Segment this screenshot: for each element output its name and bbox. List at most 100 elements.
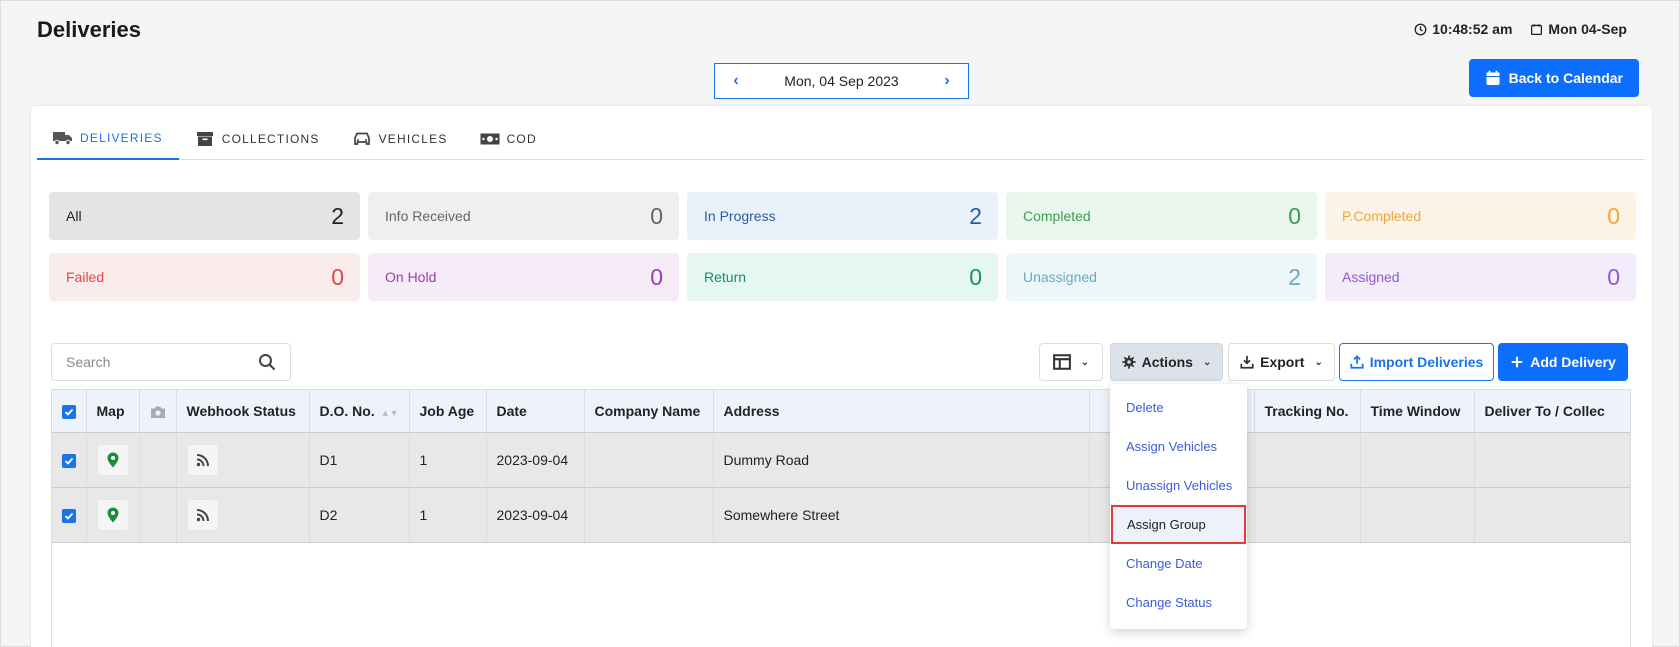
- status-filter-label: All: [66, 208, 82, 224]
- column-header-job-age: Job Age: [409, 390, 487, 433]
- status-filter-all[interactable]: All 2: [49, 192, 360, 240]
- menu-item-delete[interactable]: Delete: [1110, 388, 1247, 427]
- webhook-button[interactable]: [186, 498, 219, 531]
- deliver-to-cell: [1474, 487, 1630, 543]
- check-icon: [64, 457, 73, 465]
- search-box: [51, 343, 291, 381]
- add-delivery-label: Add Delivery: [1530, 354, 1616, 370]
- row-checkbox-cell: [52, 487, 87, 543]
- chevron-down-icon: ⌄: [1202, 356, 1212, 368]
- row-checkbox[interactable]: [61, 508, 76, 523]
- map-cell: [86, 487, 140, 543]
- calendar-icon: [1486, 70, 1500, 85]
- menu-item-change-status[interactable]: Change Status: [1110, 583, 1247, 622]
- column-header-date: Date: [486, 390, 585, 433]
- table-header-row: Map Webhook Status D.O. No. ▲▼ Job Age Da…: [52, 390, 1630, 433]
- map-pin-button[interactable]: [96, 498, 129, 531]
- row-checkbox-cell: [52, 432, 87, 488]
- column-header-label: D.O. No.: [319, 402, 375, 419]
- table-row[interactable]: D1 1 2023-09-04 Dummy Road: [52, 432, 1630, 488]
- status-filter-count: 0: [650, 263, 663, 290]
- status-filter-unassigned[interactable]: Unassigned 2: [1006, 253, 1317, 301]
- tab-label: COLLECTIONS: [221, 132, 320, 146]
- add-delivery-button[interactable]: Add Delivery: [1498, 343, 1628, 381]
- status-filter-count: 0: [1607, 263, 1620, 290]
- prev-date-button[interactable]: ‹: [729, 72, 743, 90]
- current-date: Mon 04-Sep: [1548, 21, 1627, 37]
- deliveries-card: DELIVERIES COLLECTIONS VEHICLES COD All 2…: [31, 106, 1652, 647]
- back-to-calendar-button[interactable]: Back to Calendar: [1468, 59, 1639, 97]
- column-toggle-button[interactable]: ⌄: [1039, 343, 1103, 381]
- map-pin-icon: [107, 452, 118, 467]
- export-button[interactable]: Export ⌄: [1228, 343, 1335, 381]
- next-date-button[interactable]: ›: [940, 72, 954, 90]
- tab-cod[interactable]: COD: [464, 118, 553, 160]
- tab-deliveries[interactable]: DELIVERIES: [37, 118, 179, 160]
- tracking-cell: [1254, 432, 1361, 488]
- chevron-down-icon: ⌄: [1080, 356, 1090, 368]
- tab-collections[interactable]: COLLECTIONS: [179, 118, 336, 160]
- map-cell: [86, 432, 140, 488]
- tracking-cell: [1254, 487, 1361, 543]
- status-filter-count: 2: [969, 202, 982, 229]
- status-filter-info-received[interactable]: Info Received 0: [368, 192, 679, 240]
- tab-vehicles[interactable]: VEHICLES: [336, 118, 464, 160]
- status-filter-assigned[interactable]: Assigned 0: [1325, 253, 1636, 301]
- status-filter-label: On Hold: [385, 269, 437, 285]
- check-icon: [64, 512, 73, 520]
- company-cell: [584, 487, 714, 543]
- sort-icon[interactable]: ▲▼: [381, 408, 399, 418]
- column-header-do-no[interactable]: D.O. No. ▲▼: [309, 390, 410, 433]
- deliveries-table: Map Webhook Status D.O. No. ▲▼ Job Age Da…: [51, 389, 1631, 647]
- actions-button[interactable]: Actions ⌄: [1110, 343, 1223, 381]
- check-icon: [64, 408, 73, 416]
- status-filter-return[interactable]: Return 0: [687, 253, 998, 301]
- status-filter-on-hold[interactable]: On Hold 0: [368, 253, 679, 301]
- photo-cell: [139, 432, 177, 488]
- status-filter-label: Completed: [1023, 208, 1091, 224]
- menu-item-assign-vehicles[interactable]: Assign Vehicles: [1110, 427, 1247, 466]
- import-deliveries-button[interactable]: Import Deliveries: [1339, 343, 1494, 381]
- download-icon: [1240, 355, 1254, 369]
- status-filter-label: Info Received: [385, 208, 471, 224]
- photo-cell: [139, 487, 177, 543]
- date-cell: 2023-09-04: [486, 432, 585, 488]
- column-header-company-name: Company Name: [584, 390, 714, 433]
- status-filter-in-progress[interactable]: In Progress 2: [687, 192, 998, 240]
- column-header-tracking-no: Tracking No.: [1254, 390, 1361, 433]
- status-filter-completed[interactable]: Completed 0: [1006, 192, 1317, 240]
- clock-icon: [1414, 23, 1427, 35]
- table-row[interactable]: D2 1 2023-09-04 Somewhere Street: [52, 487, 1630, 543]
- actions-dropdown-menu: Delete Assign Vehicles Unassign Vehicles…: [1110, 384, 1247, 629]
- webhook-cell: [176, 487, 310, 543]
- clock-bar: 10:48:52 am Mon 04-Sep: [1414, 21, 1627, 37]
- status-filter-failed[interactable]: Failed 0: [49, 253, 360, 301]
- map-pin-button[interactable]: [96, 443, 129, 476]
- select-all-checkbox[interactable]: [61, 404, 76, 419]
- address-cell: Dummy Road: [713, 432, 1090, 488]
- status-filter-count: 2: [1288, 263, 1301, 290]
- status-filter-count: 0: [650, 202, 663, 229]
- tab-bar: DELIVERIES COLLECTIONS VEHICLES COD: [37, 118, 1645, 160]
- menu-item-change-date[interactable]: Change Date: [1110, 544, 1247, 583]
- do-no-cell: D1: [309, 432, 410, 488]
- column-header-address: Address: [713, 390, 1090, 433]
- search-icon[interactable]: [258, 353, 276, 371]
- camera-icon: [150, 406, 165, 418]
- tab-label: DELIVERIES: [80, 131, 163, 145]
- row-checkbox[interactable]: [61, 453, 76, 468]
- do-no-cell: D2: [309, 487, 410, 543]
- menu-item-unassign-vehicles[interactable]: Unassign Vehicles: [1110, 466, 1247, 505]
- status-filter-label: P.Completed: [1342, 208, 1422, 224]
- status-filter-label: Unassigned: [1023, 269, 1097, 285]
- time-window-cell: [1360, 487, 1475, 543]
- status-filter-p-completed[interactable]: P.Completed 0: [1325, 192, 1636, 240]
- company-cell: [584, 432, 714, 488]
- webhook-button[interactable]: [186, 443, 219, 476]
- menu-item-assign-group[interactable]: Assign Group: [1111, 505, 1246, 544]
- job-age-cell: 1: [409, 432, 487, 488]
- search-input[interactable]: [66, 354, 246, 370]
- actions-label: Actions: [1141, 354, 1193, 370]
- page-title: Deliveries: [37, 17, 141, 42]
- status-filter-count: 2: [331, 202, 344, 229]
